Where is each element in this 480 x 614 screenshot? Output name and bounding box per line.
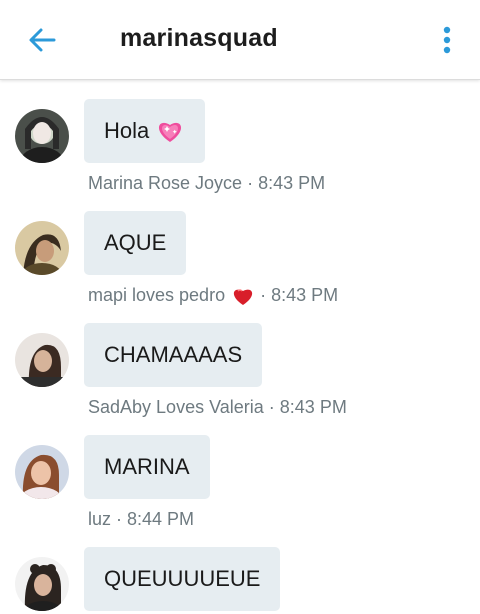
message-bubble[interactable]: Hola bbox=[84, 99, 206, 163]
app-header: marinasquad bbox=[0, 0, 480, 80]
message-text: MARINA bbox=[104, 454, 190, 479]
avatar[interactable] bbox=[15, 557, 69, 611]
more-options-button[interactable] bbox=[436, 22, 458, 58]
back-button[interactable] bbox=[22, 22, 62, 58]
avatar[interactable] bbox=[15, 109, 69, 163]
avatar[interactable] bbox=[15, 445, 69, 499]
message-text: QUEUUUUEUE bbox=[104, 566, 261, 591]
message-bubble[interactable]: CHAMAAAAS bbox=[84, 323, 263, 387]
message-meta: SadAby Loves Valeria · 8:43 PM bbox=[88, 397, 347, 418]
message-author[interactable]: mapi loves pedro bbox=[88, 285, 225, 306]
message-author[interactable]: Marina Rose Joyce bbox=[88, 173, 242, 194]
chat-title: marinasquad bbox=[120, 24, 278, 52]
sparkling-heart-icon bbox=[159, 122, 182, 142]
message-text: AQUE bbox=[104, 230, 167, 255]
message-item: QUEUUUUEUE bbox=[0, 529, 480, 614]
message-meta: luz · 8:44 PM bbox=[88, 509, 194, 530]
avatar[interactable] bbox=[15, 333, 69, 387]
message-time: 8:43 PM bbox=[279, 397, 347, 417]
more-vertical-icon bbox=[443, 26, 451, 54]
message-bubble[interactable]: AQUE bbox=[84, 211, 187, 275]
message-item: MARINA luz · 8:44 PM bbox=[0, 417, 480, 529]
message-meta: Marina Rose Joyce · 8:43 PM bbox=[88, 173, 325, 194]
separator-dot: · bbox=[268, 397, 275, 417]
avatar[interactable] bbox=[15, 221, 69, 275]
message-time: 8:43 PM bbox=[271, 285, 339, 305]
arrow-left-icon bbox=[29, 28, 56, 52]
message-item: AQUE mapi loves pedro · 8:43 PM bbox=[0, 193, 480, 305]
separator-dot: · bbox=[260, 285, 267, 305]
message-meta: mapi loves pedro · 8:43 PM bbox=[88, 285, 338, 306]
message-bubble[interactable]: QUEUUUUEUE bbox=[84, 547, 281, 611]
message-text: Hola bbox=[104, 118, 150, 143]
red-heart-icon bbox=[233, 288, 253, 305]
separator-dot: · bbox=[116, 509, 123, 529]
message-item: CHAMAAAAS SadAby Loves Valeria · 8:43 PM bbox=[0, 305, 480, 417]
message-author[interactable]: luz bbox=[88, 509, 111, 530]
message-text: CHAMAAAAS bbox=[104, 342, 243, 367]
message-time: 8:43 PM bbox=[258, 173, 326, 193]
separator-dot: · bbox=[247, 173, 254, 193]
message-bubble[interactable]: MARINA bbox=[84, 435, 210, 499]
message-list[interactable]: Hola Marina Rose Joyce · 8:43 PM AQUE ma… bbox=[0, 81, 480, 614]
message-author[interactable]: SadAby Loves Valeria bbox=[88, 397, 264, 418]
message-item: Hola Marina Rose Joyce · 8:43 PM bbox=[0, 81, 480, 193]
message-time: 8:44 PM bbox=[127, 509, 195, 529]
